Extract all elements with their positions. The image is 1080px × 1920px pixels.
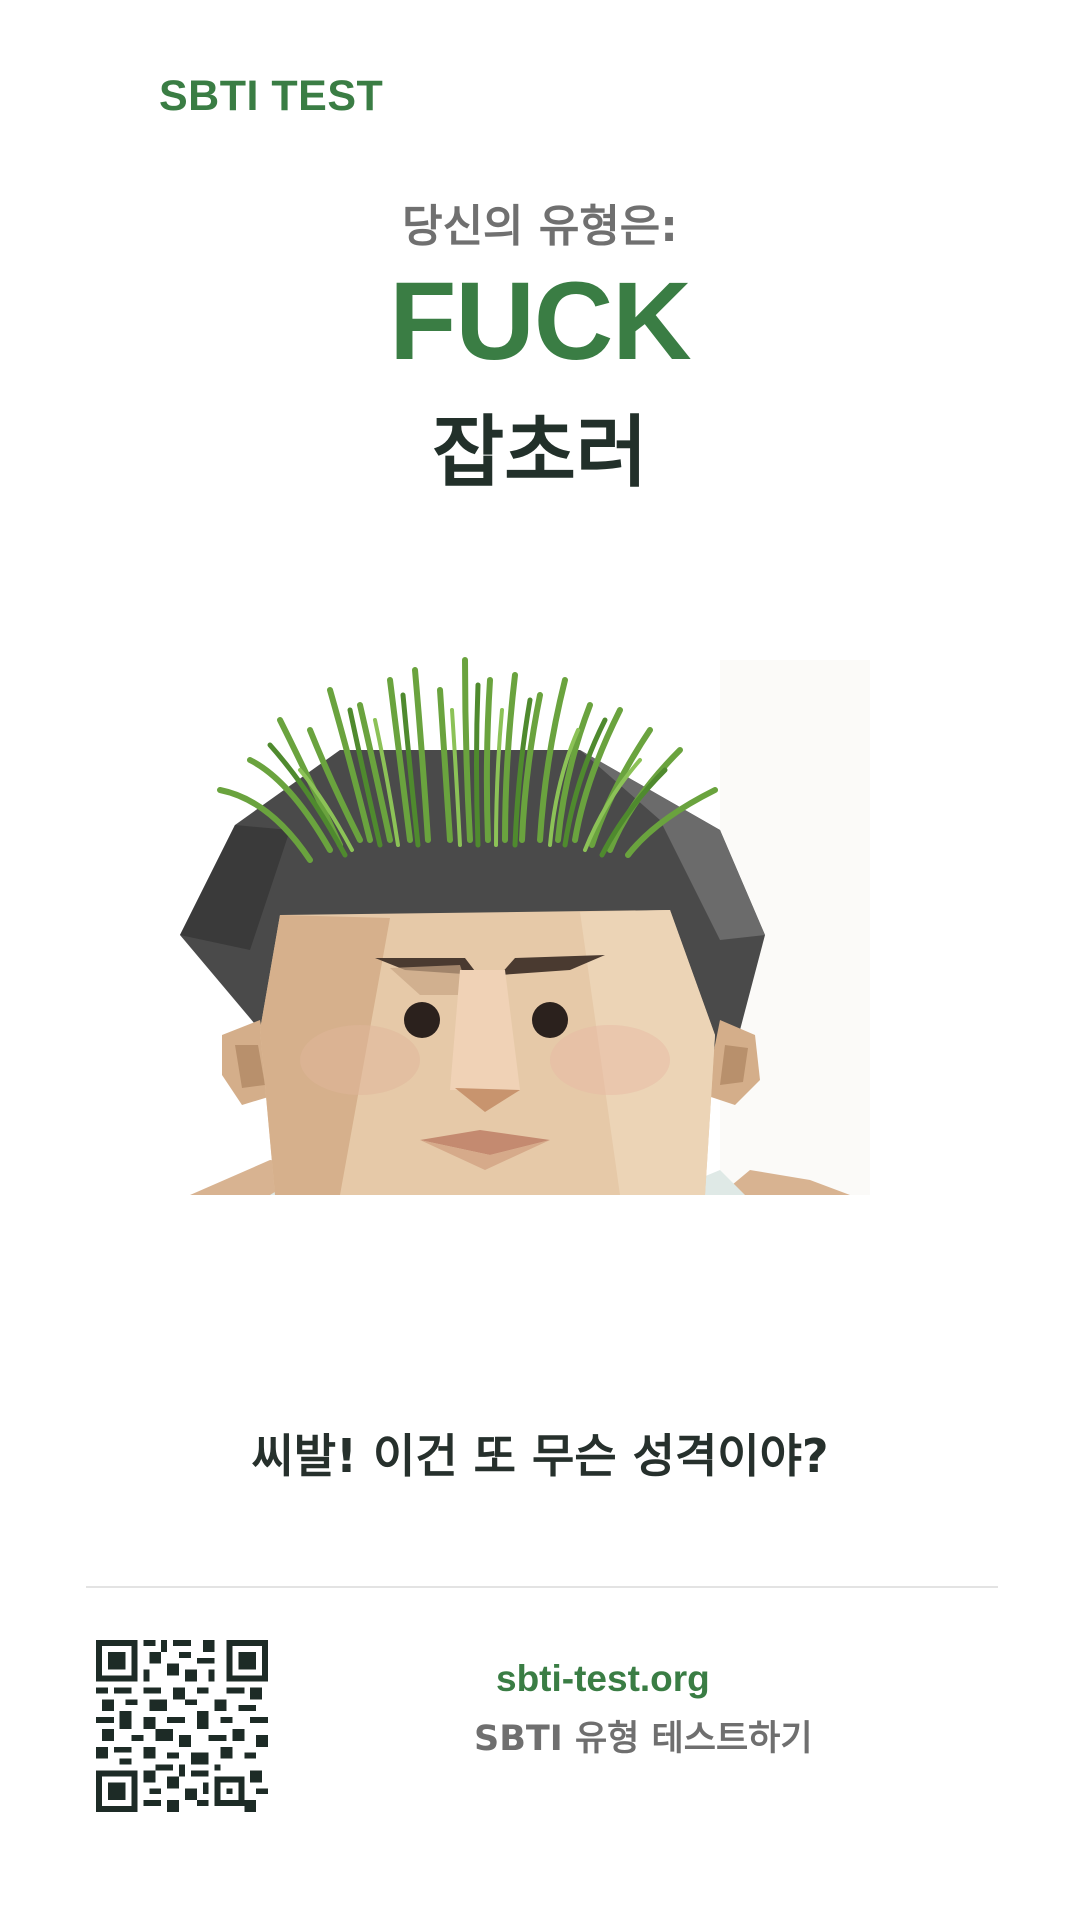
character-illustration [160,650,920,1195]
site-url-link[interactable]: sbti-test.org [496,1658,710,1700]
type-name: 잡초러 [432,408,648,498]
result-tagline: 씨발! 이건 또 무슨 성격이야? [251,1429,829,1483]
qr-code [96,1640,268,1812]
result-intro: 당신의 유형은: [402,201,678,252]
take-test-cta[interactable]: SBTI 유형 테스트하기 [474,1710,813,1761]
type-code: FUCK [389,260,692,383]
brand-title: SBTI TEST [159,72,384,120]
footer-divider [86,1586,998,1588]
